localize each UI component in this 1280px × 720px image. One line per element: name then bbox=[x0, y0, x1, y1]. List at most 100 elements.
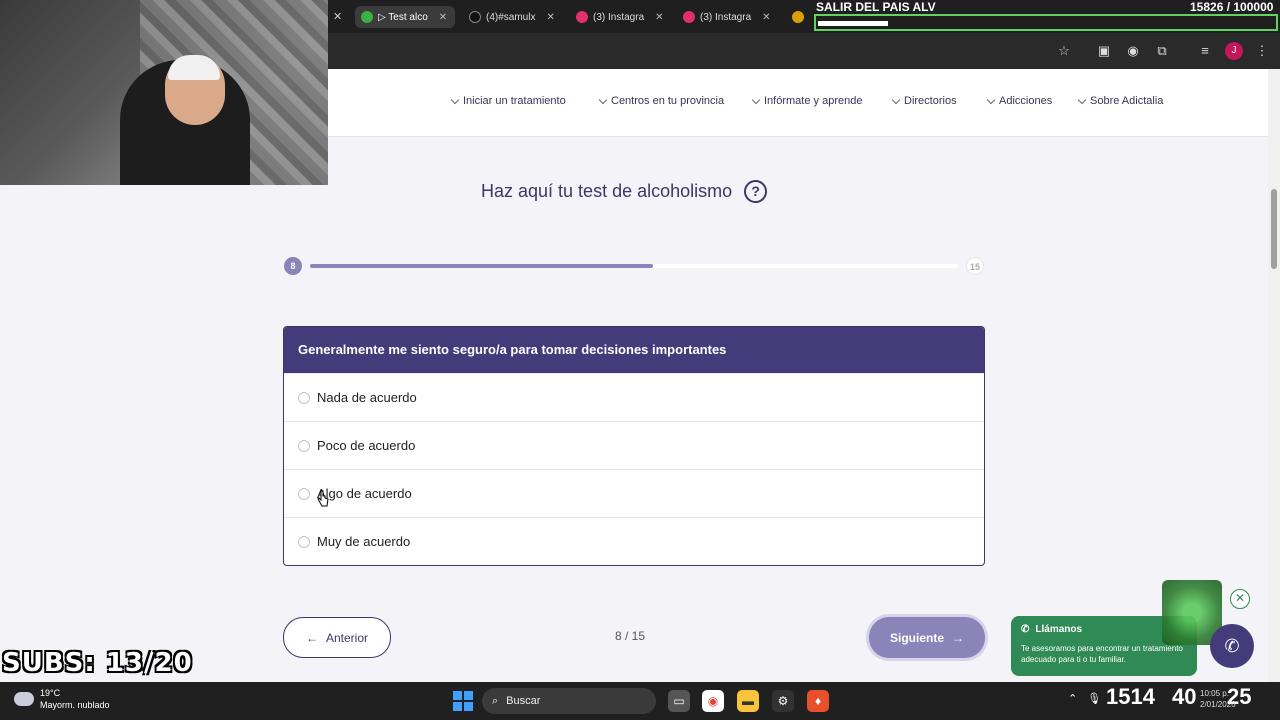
close-icon[interactable]: ✕ bbox=[546, 12, 554, 23]
nav-centros-provincia[interactable]: Centros en tu provincia bbox=[598, 95, 725, 107]
tab-label: (3) Instagra bbox=[593, 11, 645, 23]
gpt-icon[interactable]: ⚙ bbox=[772, 690, 794, 712]
close-icon[interactable]: ✕ bbox=[655, 12, 663, 23]
temperature: 19°C bbox=[40, 688, 61, 698]
nav-iniciar-tratamiento[interactable]: Iniciar un tratamiento bbox=[450, 95, 566, 107]
option-label: Muy de acuerdo bbox=[317, 534, 411, 549]
nav-label: Infórmate y aprende bbox=[764, 95, 863, 107]
tab-label: (3) Instagra bbox=[700, 11, 752, 23]
call-button[interactable]: ✆ bbox=[1210, 624, 1254, 668]
stream-goal-fill bbox=[818, 21, 888, 26]
tiktok-icon bbox=[469, 11, 481, 23]
stream-goal-bar bbox=[814, 14, 1278, 31]
chrome-icon[interactable]: ◉ bbox=[702, 690, 724, 712]
radio-button[interactable] bbox=[298, 535, 310, 548]
stream-goal-counter: 15826 / 100000 bbox=[1190, 0, 1274, 14]
tab-instagram-2[interactable]: (3) Instagra ✕ bbox=[677, 6, 777, 28]
overlay-clock-minutes: 40 bbox=[1172, 684, 1197, 709]
instagram-icon bbox=[683, 11, 695, 23]
close-icon[interactable]: ✕ bbox=[333, 10, 342, 23]
clock-time: 10:05 p. bbox=[1200, 689, 1229, 698]
microphone-icon[interactable]: 🎙 bbox=[1087, 692, 1101, 705]
media-icon[interactable]: ≡ bbox=[1196, 42, 1214, 60]
chevron-down-icon bbox=[891, 95, 901, 104]
tab-label: (4)#samulx bbox=[486, 11, 536, 23]
nav-informate[interactable]: Infórmate y aprende bbox=[751, 95, 863, 107]
current-step-badge: 8 bbox=[284, 257, 302, 275]
nav-sobre-adictalia[interactable]: Sobre Adictalia bbox=[1077, 95, 1164, 107]
next-button[interactable]: Siguiente → bbox=[869, 617, 985, 658]
star-icon[interactable]: ☆ bbox=[1055, 42, 1073, 60]
close-icon[interactable]: ✕ bbox=[762, 12, 770, 23]
site-navigation: Iniciar un tratamiento Centros en tu pro… bbox=[328, 69, 1268, 137]
question-text: Generalmente me siento seguro/a para tom… bbox=[284, 327, 984, 373]
search-icon: ⌕ bbox=[492, 694, 499, 707]
weather-widget[interactable]: 19°C Mayorm. nublado bbox=[14, 687, 110, 711]
weather-text: Mayorm. nublado bbox=[40, 700, 110, 710]
option-poco-de-acuerdo[interactable]: Poco de acuerdo bbox=[284, 421, 984, 469]
phone-icon: ✆ bbox=[1021, 624, 1030, 635]
option-algo-de-acuerdo[interactable]: Algo de acuerdo bbox=[284, 469, 984, 517]
tab-instagram-1[interactable]: (3) Instagra ✕ bbox=[570, 6, 670, 28]
nav-label: Iniciar un tratamiento bbox=[463, 95, 566, 107]
chevron-down-icon bbox=[1077, 95, 1087, 104]
puzzle-icon[interactable]: ⧉ bbox=[1153, 42, 1171, 60]
nav-label: Adicciones bbox=[999, 95, 1053, 107]
nav-label: Centros en tu provincia bbox=[611, 95, 725, 107]
help-icon[interactable]: ? bbox=[744, 180, 768, 203]
extension-icon[interactable]: ◉ bbox=[1124, 42, 1142, 60]
webcam-overlay bbox=[0, 0, 328, 185]
previous-button[interactable]: ← Anterior bbox=[283, 617, 391, 658]
nav-label: Directorios bbox=[904, 95, 957, 107]
menu-icon[interactable]: ⋮ bbox=[1253, 42, 1271, 60]
test-title: Haz aquí tu test de alcoholismo ? bbox=[481, 180, 768, 203]
tab-tiktok[interactable]: (4)#samulx ✕ bbox=[463, 6, 563, 28]
nav-directorios[interactable]: Directorios bbox=[891, 95, 957, 107]
test-progress-fill bbox=[310, 264, 654, 268]
profile-avatar[interactable]: J bbox=[1225, 42, 1243, 60]
radio-button[interactable] bbox=[298, 439, 310, 452]
tab-favicon bbox=[792, 11, 804, 23]
system-clock[interactable]: 10:05 p. 2/01/2026 bbox=[1200, 688, 1236, 710]
windows-start-icon[interactable] bbox=[453, 691, 473, 711]
search-placeholder: Buscar bbox=[506, 695, 541, 707]
button-label: Siguiente bbox=[889, 630, 944, 645]
arrow-right-icon: → bbox=[952, 630, 964, 645]
taskbar-search[interactable]: ⌕ Buscar bbox=[482, 688, 656, 714]
hand-cursor-icon bbox=[317, 490, 329, 507]
nav-label: Sobre Adictalia bbox=[1090, 95, 1164, 107]
button-label: Anterior bbox=[325, 630, 369, 645]
close-icon: ✕ bbox=[1234, 591, 1246, 605]
brave-icon[interactable]: ♦ bbox=[807, 690, 829, 712]
tab-favicon bbox=[361, 11, 373, 23]
stream-goal-title: SALIR DEL PAIS ALV bbox=[816, 0, 936, 14]
test-progress-bar bbox=[310, 264, 958, 268]
tab-test-alcoholismo[interactable]: ▷ Test alco ✕ bbox=[355, 6, 455, 28]
close-icon[interactable]: ✕ bbox=[439, 12, 447, 23]
option-muy-de-acuerdo[interactable]: Muy de acuerdo bbox=[284, 517, 984, 565]
option-label: Algo de acuerdo bbox=[317, 486, 412, 501]
page-scrollbar[interactable] bbox=[1268, 69, 1280, 682]
nav-adicciones[interactable]: Adicciones bbox=[986, 95, 1053, 107]
extension-icon[interactable]: ▣ bbox=[1095, 42, 1113, 60]
overlay-clock-hours: 1514 bbox=[1106, 684, 1155, 709]
subs-overlay: SUBS: 13/20 bbox=[2, 648, 193, 678]
tab-other[interactable] bbox=[786, 6, 816, 28]
chevron-down-icon bbox=[986, 95, 996, 104]
chevron-up-icon[interactable]: ⌃ bbox=[1068, 692, 1077, 705]
scrollbar-thumb[interactable] bbox=[1271, 189, 1277, 269]
radio-button[interactable] bbox=[298, 487, 310, 500]
option-nada-de-acuerdo[interactable]: Nada de acuerdo bbox=[284, 373, 984, 421]
task-view-icon[interactable]: ▭ bbox=[668, 690, 690, 712]
widget-title: Llámanos bbox=[1035, 624, 1083, 635]
page-title: Haz aquí tu test de alcoholismo bbox=[481, 181, 733, 201]
file-explorer-icon[interactable]: ▬ bbox=[737, 690, 759, 712]
question-card: Generalmente me siento seguro/a para tom… bbox=[283, 326, 985, 566]
phone-icon: ✆ bbox=[1224, 636, 1240, 656]
page-counter: 8 / 15 bbox=[615, 629, 646, 643]
arrow-left-icon: ← bbox=[305, 630, 318, 645]
chevron-down-icon bbox=[598, 95, 608, 104]
instagram-icon bbox=[576, 11, 588, 23]
radio-button[interactable] bbox=[298, 391, 310, 404]
close-widget-button[interactable]: ✕ bbox=[1230, 589, 1250, 609]
